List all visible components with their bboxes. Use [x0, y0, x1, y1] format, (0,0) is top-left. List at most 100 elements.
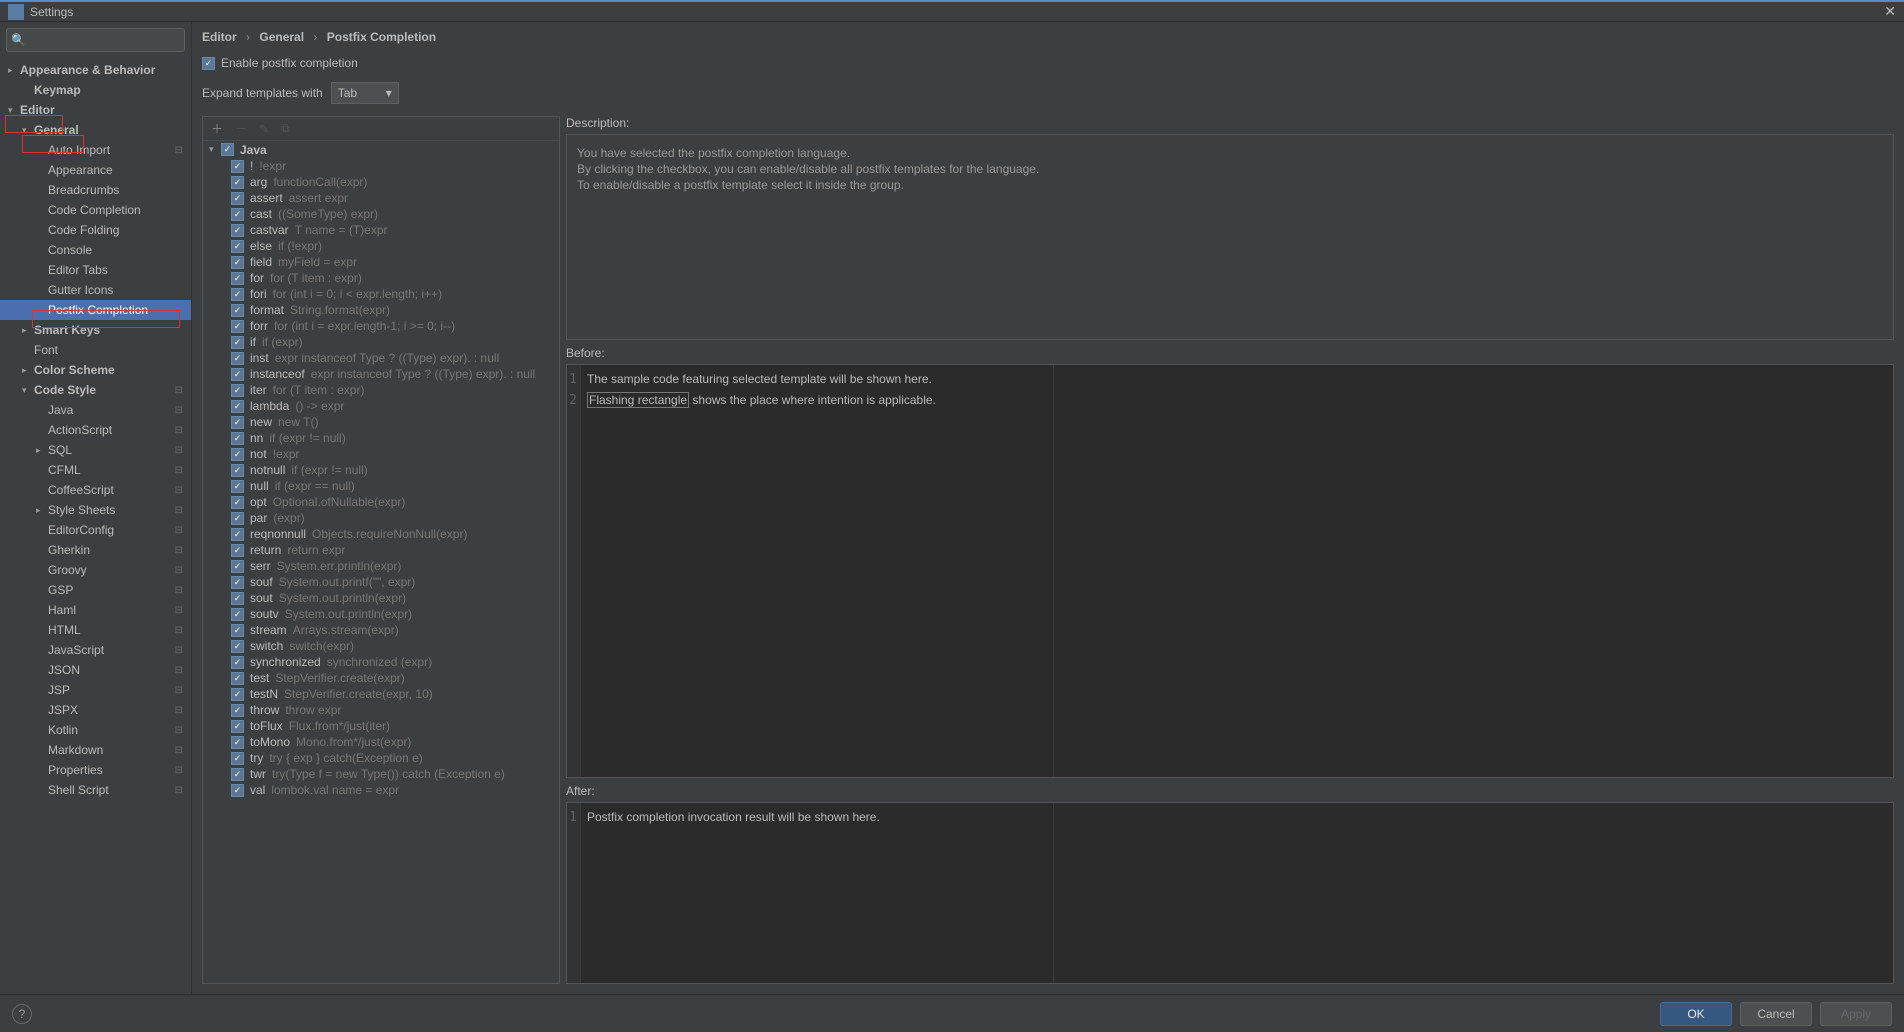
template-reqnonnull[interactable]: ✓reqnonnullObjects.requireNonNull(expr) — [203, 526, 559, 542]
checkbox-checked-icon[interactable]: ✓ — [231, 176, 244, 189]
template-testN[interactable]: ✓testNStepVerifier.create(expr, 10) — [203, 686, 559, 702]
sidebar-item-properties[interactable]: Properties⊟ — [0, 760, 191, 780]
sidebar-item-jsp[interactable]: JSP⊟ — [0, 680, 191, 700]
checkbox-checked-icon[interactable]: ✓ — [231, 784, 244, 797]
sidebar-item-console[interactable]: Console — [0, 240, 191, 260]
sidebar-item-font[interactable]: Font — [0, 340, 191, 360]
checkbox-checked-icon[interactable]: ✓ — [231, 656, 244, 669]
checkbox-checked-icon[interactable]: ✓ — [231, 560, 244, 573]
template-sout[interactable]: ✓soutSystem.out.println(expr) — [203, 590, 559, 606]
checkbox-checked-icon[interactable]: ✓ — [231, 336, 244, 349]
checkbox-checked-icon[interactable]: ✓ — [202, 57, 215, 70]
template-nn[interactable]: ✓nnif (expr != null) — [203, 430, 559, 446]
enable-checkbox-row[interactable]: ✓ Enable postfix completion — [202, 56, 358, 70]
checkbox-checked-icon[interactable]: ✓ — [231, 752, 244, 765]
sidebar-item-keymap[interactable]: Keymap — [0, 80, 191, 100]
template-return[interactable]: ✓returnreturn expr — [203, 542, 559, 558]
template-cast[interactable]: ✓cast((SomeType) expr) — [203, 206, 559, 222]
checkbox-checked-icon[interactable]: ✓ — [221, 143, 234, 156]
template-try[interactable]: ✓trytry { exp } catch(Exception e) — [203, 750, 559, 766]
sidebar-item-appearance[interactable]: Appearance — [0, 160, 191, 180]
sidebar-item-code-style[interactable]: ▾Code Style⊟ — [0, 380, 191, 400]
sidebar-item-sql[interactable]: ▸SQL⊟ — [0, 440, 191, 460]
template-forr[interactable]: ✓forrfor (int i = expr.length-1; i >= 0;… — [203, 318, 559, 334]
template-iter[interactable]: ✓iterfor (T item : expr) — [203, 382, 559, 398]
templates-list[interactable]: ▾ ✓ Java ✓!!expr✓argfunctionCall(expr)✓a… — [203, 141, 559, 983]
group-java[interactable]: ▾ ✓ Java — [203, 141, 559, 158]
checkbox-checked-icon[interactable]: ✓ — [231, 160, 244, 173]
breadcrumb-general[interactable]: General — [259, 30, 304, 44]
edit-icon[interactable]: ✎ — [259, 122, 269, 136]
checkbox-checked-icon[interactable]: ✓ — [231, 368, 244, 381]
template-castvar[interactable]: ✓castvarT name = (T)expr — [203, 222, 559, 238]
checkbox-checked-icon[interactable]: ✓ — [231, 704, 244, 717]
checkbox-checked-icon[interactable]: ✓ — [231, 208, 244, 221]
sidebar-item-cfml[interactable]: CFML⊟ — [0, 460, 191, 480]
template-serr[interactable]: ✓serrSystem.err.println(expr) — [203, 558, 559, 574]
sidebar-item-markdown[interactable]: Markdown⊟ — [0, 740, 191, 760]
sidebar-item-auto-import[interactable]: Auto Import⊟ — [0, 140, 191, 160]
sidebar-item-html[interactable]: HTML⊟ — [0, 620, 191, 640]
checkbox-checked-icon[interactable]: ✓ — [231, 576, 244, 589]
sidebar-item-appearance-behavior[interactable]: ▸Appearance & Behavior — [0, 60, 191, 80]
checkbox-checked-icon[interactable]: ✓ — [231, 512, 244, 525]
close-icon[interactable]: ✕ — [1884, 3, 1896, 20]
template-val[interactable]: ✓vallombok.val name = expr — [203, 782, 559, 798]
checkbox-checked-icon[interactable]: ✓ — [231, 256, 244, 269]
settings-tree[interactable]: ▸Appearance & BehaviorKeymap▾Editor▾Gene… — [0, 58, 191, 994]
checkbox-checked-icon[interactable]: ✓ — [231, 672, 244, 685]
checkbox-checked-icon[interactable]: ✓ — [231, 352, 244, 365]
expand-select[interactable]: Tab — [331, 82, 399, 104]
breadcrumb-editor[interactable]: Editor — [202, 30, 237, 44]
checkbox-checked-icon[interactable]: ✓ — [231, 432, 244, 445]
checkbox-checked-icon[interactable]: ✓ — [231, 592, 244, 605]
sidebar-item-jspx[interactable]: JSPX⊟ — [0, 700, 191, 720]
copy-icon[interactable]: ⧉ — [281, 121, 290, 136]
checkbox-checked-icon[interactable]: ✓ — [231, 288, 244, 301]
template-not[interactable]: ✓not!expr — [203, 446, 559, 462]
checkbox-checked-icon[interactable]: ✓ — [231, 192, 244, 205]
template-![interactable]: ✓!!expr — [203, 158, 559, 174]
sidebar-item-general[interactable]: ▾General — [0, 120, 191, 140]
template-throw[interactable]: ✓throwthrow expr — [203, 702, 559, 718]
apply-button[interactable]: Apply — [1820, 1002, 1892, 1026]
template-notnull[interactable]: ✓notnullif (expr != null) — [203, 462, 559, 478]
sidebar-item-groovy[interactable]: Groovy⊟ — [0, 560, 191, 580]
template-test[interactable]: ✓testStepVerifier.create(expr) — [203, 670, 559, 686]
help-button[interactable]: ? — [12, 1004, 32, 1024]
sidebar-item-editor-tabs[interactable]: Editor Tabs — [0, 260, 191, 280]
sidebar-item-gsp[interactable]: GSP⊟ — [0, 580, 191, 600]
sidebar-item-actionscript[interactable]: ActionScript⊟ — [0, 420, 191, 440]
template-instanceof[interactable]: ✓instanceofexpr instanceof Type ? ((Type… — [203, 366, 559, 382]
sidebar-item-style-sheets[interactable]: ▸Style Sheets⊟ — [0, 500, 191, 520]
template-opt[interactable]: ✓optOptional.ofNullable(expr) — [203, 494, 559, 510]
template-twr[interactable]: ✓twrtry(Type f = new Type()) catch (Exce… — [203, 766, 559, 782]
cancel-button[interactable]: Cancel — [1740, 1002, 1812, 1026]
template-field[interactable]: ✓fieldmyField = expr — [203, 254, 559, 270]
checkbox-checked-icon[interactable]: ✓ — [231, 240, 244, 253]
template-synchronized[interactable]: ✓synchronizedsynchronized (expr) — [203, 654, 559, 670]
checkbox-checked-icon[interactable]: ✓ — [231, 528, 244, 541]
sidebar-item-java[interactable]: Java⊟ — [0, 400, 191, 420]
template-switch[interactable]: ✓switchswitch(expr) — [203, 638, 559, 654]
sidebar-item-breadcrumbs[interactable]: Breadcrumbs — [0, 180, 191, 200]
template-toMono[interactable]: ✓toMonoMono.from*/just(expr) — [203, 734, 559, 750]
checkbox-checked-icon[interactable]: ✓ — [231, 688, 244, 701]
template-toFlux[interactable]: ✓toFluxFlux.from*/just(iter) — [203, 718, 559, 734]
checkbox-checked-icon[interactable]: ✓ — [231, 544, 244, 557]
template-souf[interactable]: ✓soufSystem.out.printf("", expr) — [203, 574, 559, 590]
sidebar-item-json[interactable]: JSON⊟ — [0, 660, 191, 680]
sidebar-item-haml[interactable]: Haml⊟ — [0, 600, 191, 620]
template-for[interactable]: ✓forfor (T item : expr) — [203, 270, 559, 286]
sidebar-item-gutter-icons[interactable]: Gutter Icons — [0, 280, 191, 300]
sidebar-item-editor[interactable]: ▾Editor — [0, 100, 191, 120]
sidebar-item-postfix-completion[interactable]: Postfix Completion — [0, 300, 191, 320]
template-else[interactable]: ✓elseif (!expr) — [203, 238, 559, 254]
sidebar-item-code-folding[interactable]: Code Folding — [0, 220, 191, 240]
sidebar-item-smart-keys[interactable]: ▸Smart Keys — [0, 320, 191, 340]
template-null[interactable]: ✓nullif (expr == null) — [203, 478, 559, 494]
template-inst[interactable]: ✓instexpr instanceof Type ? ((Type) expr… — [203, 350, 559, 366]
sidebar-item-shell-script[interactable]: Shell Script⊟ — [0, 780, 191, 800]
sidebar-item-editorconfig[interactable]: EditorConfig⊟ — [0, 520, 191, 540]
checkbox-checked-icon[interactable]: ✓ — [231, 608, 244, 621]
